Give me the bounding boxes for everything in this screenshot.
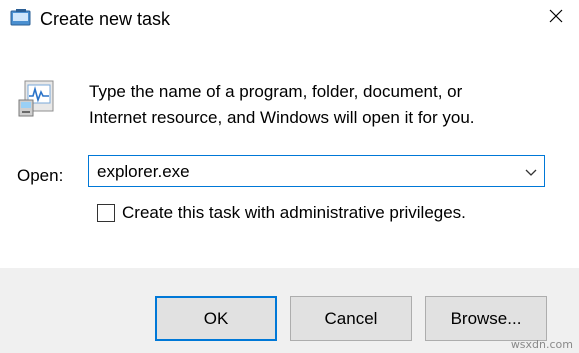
window-title: Create new task bbox=[40, 9, 171, 29]
close-icon bbox=[548, 8, 564, 29]
ok-button[interactable]: OK bbox=[155, 296, 277, 341]
close-button[interactable] bbox=[533, 0, 579, 36]
run-app-icon bbox=[16, 78, 58, 120]
chevron-down-icon[interactable] bbox=[524, 165, 538, 177]
create-new-task-dialog: Create new task Type the name of a progr… bbox=[0, 0, 579, 353]
description-line-2: Internet resource, and Windows will open… bbox=[89, 108, 475, 127]
cancel-button[interactable]: Cancel bbox=[290, 296, 412, 341]
task-manager-icon bbox=[10, 8, 32, 28]
description-line-1: Type the name of a program, folder, docu… bbox=[89, 82, 463, 101]
browse-button[interactable]: Browse... bbox=[425, 296, 547, 341]
description-text: Type the name of a program, folder, docu… bbox=[89, 79, 559, 131]
open-combobox[interactable]: explorer.exe bbox=[88, 155, 545, 187]
title-bar: Create new task bbox=[0, 0, 579, 40]
open-input-value[interactable]: explorer.exe bbox=[97, 161, 190, 183]
admin-privileges-label[interactable]: Create this task with administrative pri… bbox=[122, 202, 466, 224]
admin-privileges-option[interactable]: Create this task with administrative pri… bbox=[97, 202, 466, 224]
admin-privileges-checkbox[interactable] bbox=[97, 204, 115, 222]
watermark-text: wsxdn.com bbox=[510, 338, 573, 351]
open-label: Open: bbox=[17, 166, 64, 185]
